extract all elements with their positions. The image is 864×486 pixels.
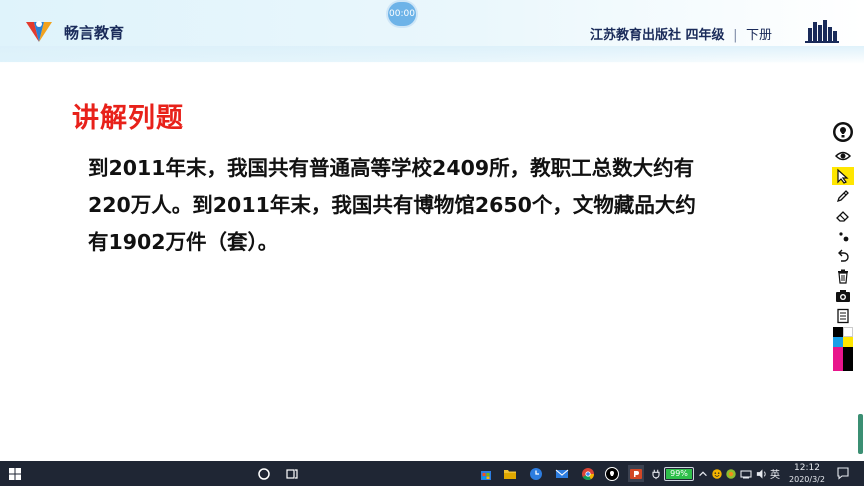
slide-title: 讲解列题 xyxy=(72,103,184,134)
undo-icon xyxy=(838,249,849,262)
publisher-separator: | xyxy=(733,28,738,43)
tray-volume[interactable] xyxy=(755,465,768,482)
eraser-icon xyxy=(836,211,849,222)
store-icon xyxy=(481,470,491,480)
battery-percent: 99% xyxy=(670,469,688,478)
pointer-icon xyxy=(837,168,849,184)
notification-icon[interactable] xyxy=(836,466,850,480)
scrollbar-thumb[interactable] xyxy=(858,414,863,454)
recording-timer[interactable]: 00:00 xyxy=(388,2,416,26)
task-view-icon xyxy=(286,468,298,479)
annotation-toolbar xyxy=(831,121,855,371)
search-button[interactable] xyxy=(256,465,272,482)
camera-tool[interactable] xyxy=(832,287,854,305)
tray-app-1[interactable] xyxy=(711,465,723,482)
power-icon xyxy=(833,122,853,142)
eye-tool[interactable] xyxy=(832,147,854,165)
brand-name: 畅言教育 xyxy=(64,24,125,42)
clock-date: 2020/3/2 xyxy=(789,475,825,484)
start-button[interactable] xyxy=(6,465,24,482)
clock-app-icon xyxy=(530,467,542,480)
windows-icon xyxy=(9,467,21,480)
swatch-magenta[interactable] xyxy=(833,347,843,371)
speaker-icon xyxy=(756,468,766,479)
swatch-yellow[interactable] xyxy=(843,337,853,347)
taskbar-app-store[interactable] xyxy=(478,465,494,482)
document-icon xyxy=(837,308,849,324)
pen-tool[interactable] xyxy=(832,187,854,205)
brand-logo-icon xyxy=(26,21,52,42)
taskbar-file-explorer[interactable] xyxy=(502,465,518,482)
chevron-up-icon xyxy=(699,470,707,476)
dots-icon xyxy=(839,232,849,242)
powerpoint-icon xyxy=(630,468,642,479)
slide-body: 到2011年末，我国共有普通高等学校2409所，教职工总数大约有 220万人。到… xyxy=(88,150,808,261)
pointer-tool[interactable] xyxy=(832,167,854,185)
trash-tool[interactable] xyxy=(832,267,854,285)
task-view-button[interactable] xyxy=(284,465,300,482)
mail-icon xyxy=(555,469,569,478)
network-icon xyxy=(740,469,752,478)
undo-tool[interactable] xyxy=(832,247,854,265)
chrome-icon xyxy=(582,467,594,480)
power-button[interactable] xyxy=(832,121,854,143)
swatch-white[interactable] xyxy=(843,327,853,337)
publisher-name: 江苏教育出版社 xyxy=(590,28,682,43)
pen-icon xyxy=(836,190,849,203)
taskbar-powerpoint[interactable] xyxy=(628,465,644,482)
tray-orange-icon xyxy=(726,468,736,479)
document-tool[interactable] xyxy=(832,307,854,325)
taskbar-clock-app[interactable] xyxy=(528,465,544,482)
swatch-black[interactable] xyxy=(833,327,843,337)
clock-time: 12:12 xyxy=(794,463,820,473)
publisher-info: 江苏教育出版社 四年级 | 下册 xyxy=(590,24,772,43)
body-line: 220万人。到2011年末，我国共有博物馆2650个，文物藏品大约 xyxy=(88,193,696,217)
books-icon xyxy=(805,20,839,43)
tray-network[interactable] xyxy=(739,465,753,482)
header-wave-decoration xyxy=(0,46,864,64)
taskbar-chrome[interactable] xyxy=(580,465,596,482)
camera-icon xyxy=(836,290,850,302)
tray-app-2[interactable] xyxy=(725,465,737,482)
eye-icon xyxy=(835,151,851,161)
tray-expand[interactable] xyxy=(697,465,709,482)
taskbar: 99% 英 12:12 2020/3/2 xyxy=(0,461,864,486)
swatch-black-2[interactable] xyxy=(843,347,853,371)
input-language[interactable]: 英 xyxy=(770,466,780,481)
taskbar-lightbulb-app[interactable] xyxy=(604,465,620,482)
color-palette xyxy=(833,327,853,371)
eraser-tool[interactable] xyxy=(832,207,854,225)
swatch-blue[interactable] xyxy=(833,337,843,347)
publisher-grade: 四年级 xyxy=(685,28,725,43)
power-plug[interactable] xyxy=(650,465,662,482)
cortana-circle-icon xyxy=(258,467,270,480)
body-line: 有1902万件（套）。 xyxy=(88,230,279,254)
lightbulb-app-icon xyxy=(605,466,619,481)
trash-icon xyxy=(838,269,848,284)
body-line: 到2011年末，我国共有普通高等学校2409所，教职工总数大约有 xyxy=(88,156,695,180)
taskbar-mail[interactable] xyxy=(554,465,570,482)
plug-icon xyxy=(652,469,660,479)
battery-indicator[interactable]: 99% xyxy=(664,467,694,481)
system-clock[interactable]: 12:12 2020/3/2 xyxy=(788,463,826,485)
dots-tool[interactable] xyxy=(832,227,854,245)
folder-icon xyxy=(504,469,516,479)
tray-smiley-icon xyxy=(712,468,722,479)
publisher-volume: 下册 xyxy=(746,28,773,43)
